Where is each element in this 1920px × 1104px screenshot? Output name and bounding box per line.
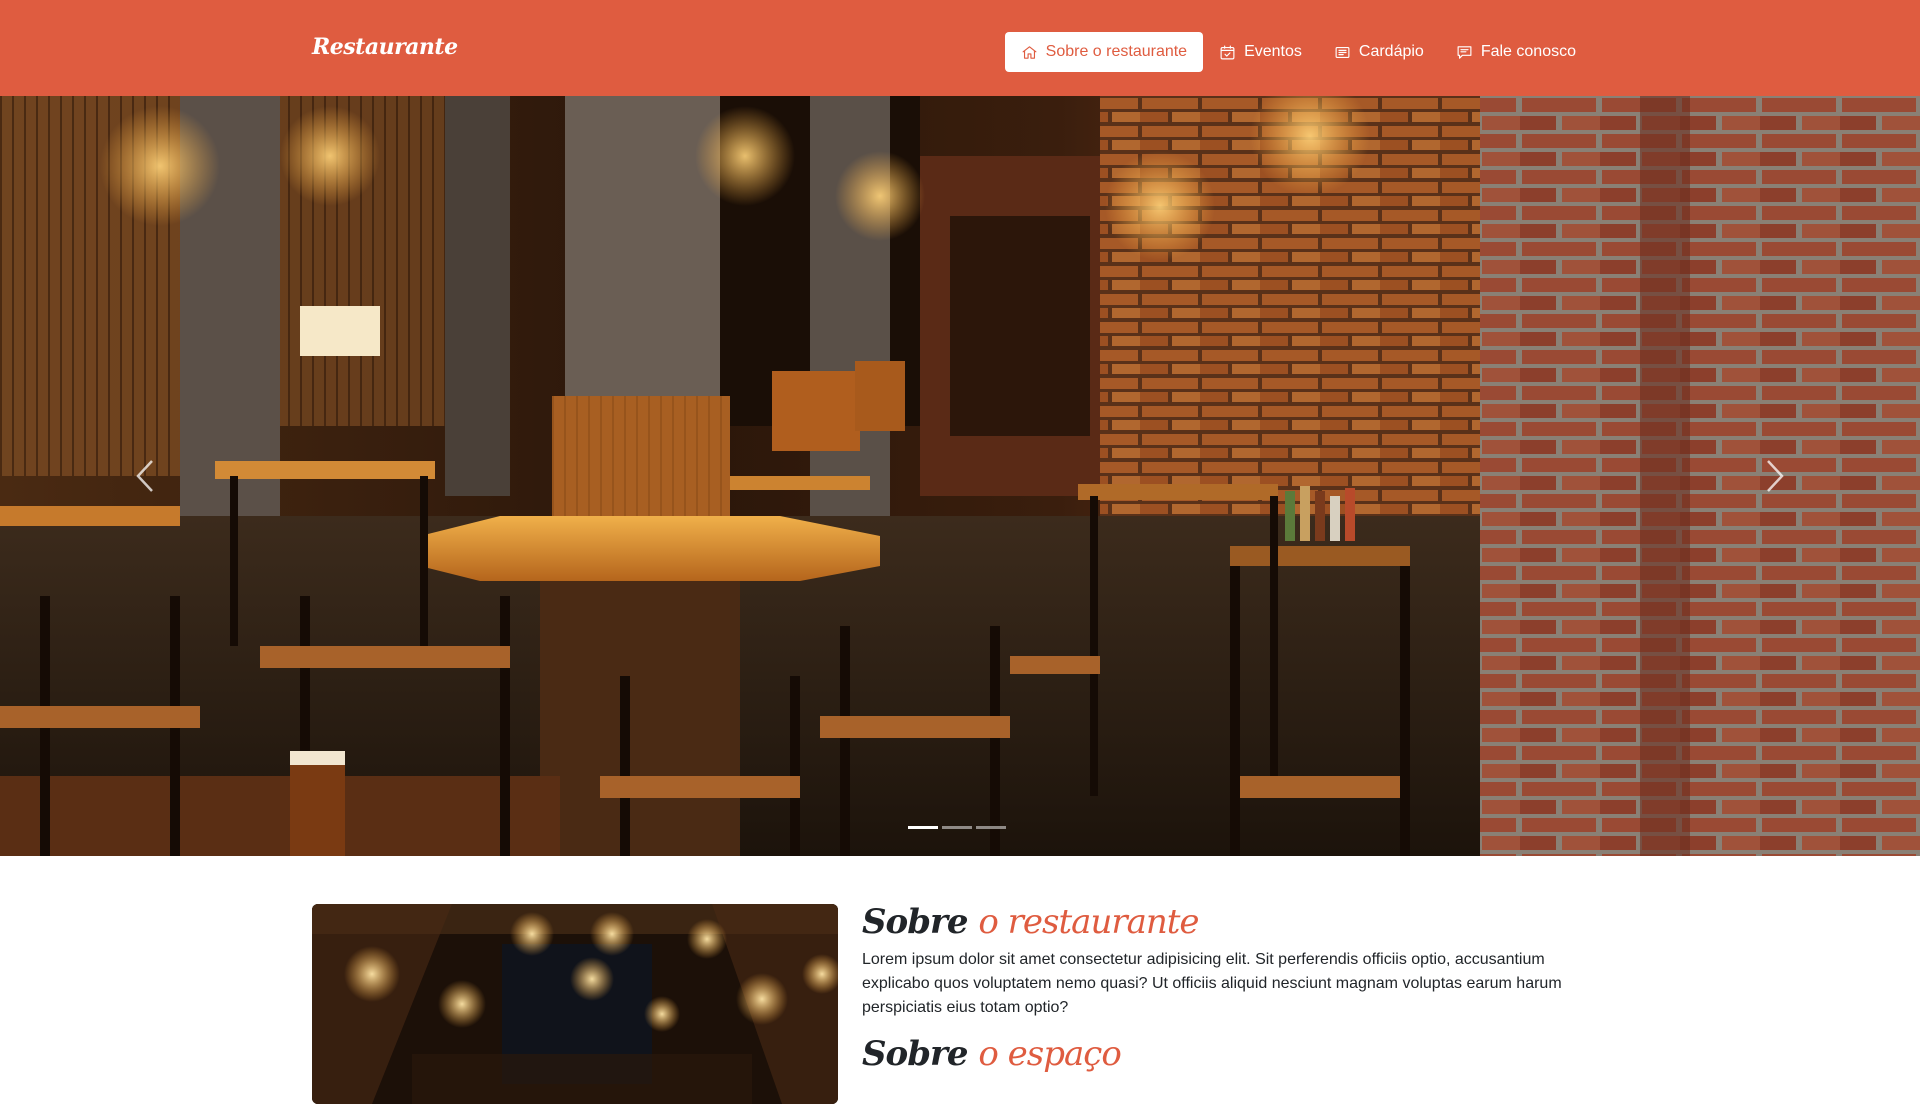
about-title: Sobre o restaurante xyxy=(862,902,1200,942)
restaurant-interior-image xyxy=(0,96,1920,856)
nav-item-sobre[interactable]: Sobre o restaurante xyxy=(1004,32,1204,72)
brand-logo[interactable]: Restaurante xyxy=(312,34,458,60)
about-description: Lorem ipsum dolor sit amet consectetur a… xyxy=(862,951,1562,1016)
menu-card-icon xyxy=(1335,46,1350,58)
nav-item-fale-conosco[interactable]: Fale conosco xyxy=(1440,32,1592,72)
carousel-indicators xyxy=(908,826,1006,829)
carousel-next-button[interactable] xyxy=(1745,436,1805,516)
nav-item-cardapio[interactable]: Cardápio xyxy=(1318,32,1440,72)
chevron-left-icon xyxy=(136,460,153,492)
carousel-indicator-2[interactable] xyxy=(942,826,972,829)
dining-hall-image xyxy=(312,904,838,1104)
hero-carousel xyxy=(0,96,1920,856)
about-section: Sobre o restaurante Lorem ipsum dolor si… xyxy=(862,900,1582,1076)
main-nav: Sobre o restaurante Eventos Cardápio Fal… xyxy=(1004,32,1592,72)
carousel-indicator-3[interactable] xyxy=(976,826,1006,829)
top-navbar: Restaurante Sobre o restaurante Eventos … xyxy=(0,0,1920,96)
home-icon xyxy=(1022,45,1037,59)
nav-item-label: Sobre o restaurante xyxy=(1045,43,1188,60)
nav-item-label: Fale conosco xyxy=(1480,43,1576,60)
chevron-right-icon xyxy=(1767,460,1784,492)
nav-item-label: Cardápio xyxy=(1358,43,1424,60)
nav-item-eventos[interactable]: Eventos xyxy=(1203,32,1318,72)
space-title: Sobre o espaço xyxy=(862,1034,1122,1074)
carousel-prev-button[interactable] xyxy=(115,436,175,516)
chat-icon xyxy=(1457,45,1472,59)
carousel-indicator-1[interactable] xyxy=(908,826,938,829)
about-restaurant-image xyxy=(312,904,838,1104)
calendar-check-icon xyxy=(1220,45,1235,59)
nav-item-label: Eventos xyxy=(1244,43,1302,60)
